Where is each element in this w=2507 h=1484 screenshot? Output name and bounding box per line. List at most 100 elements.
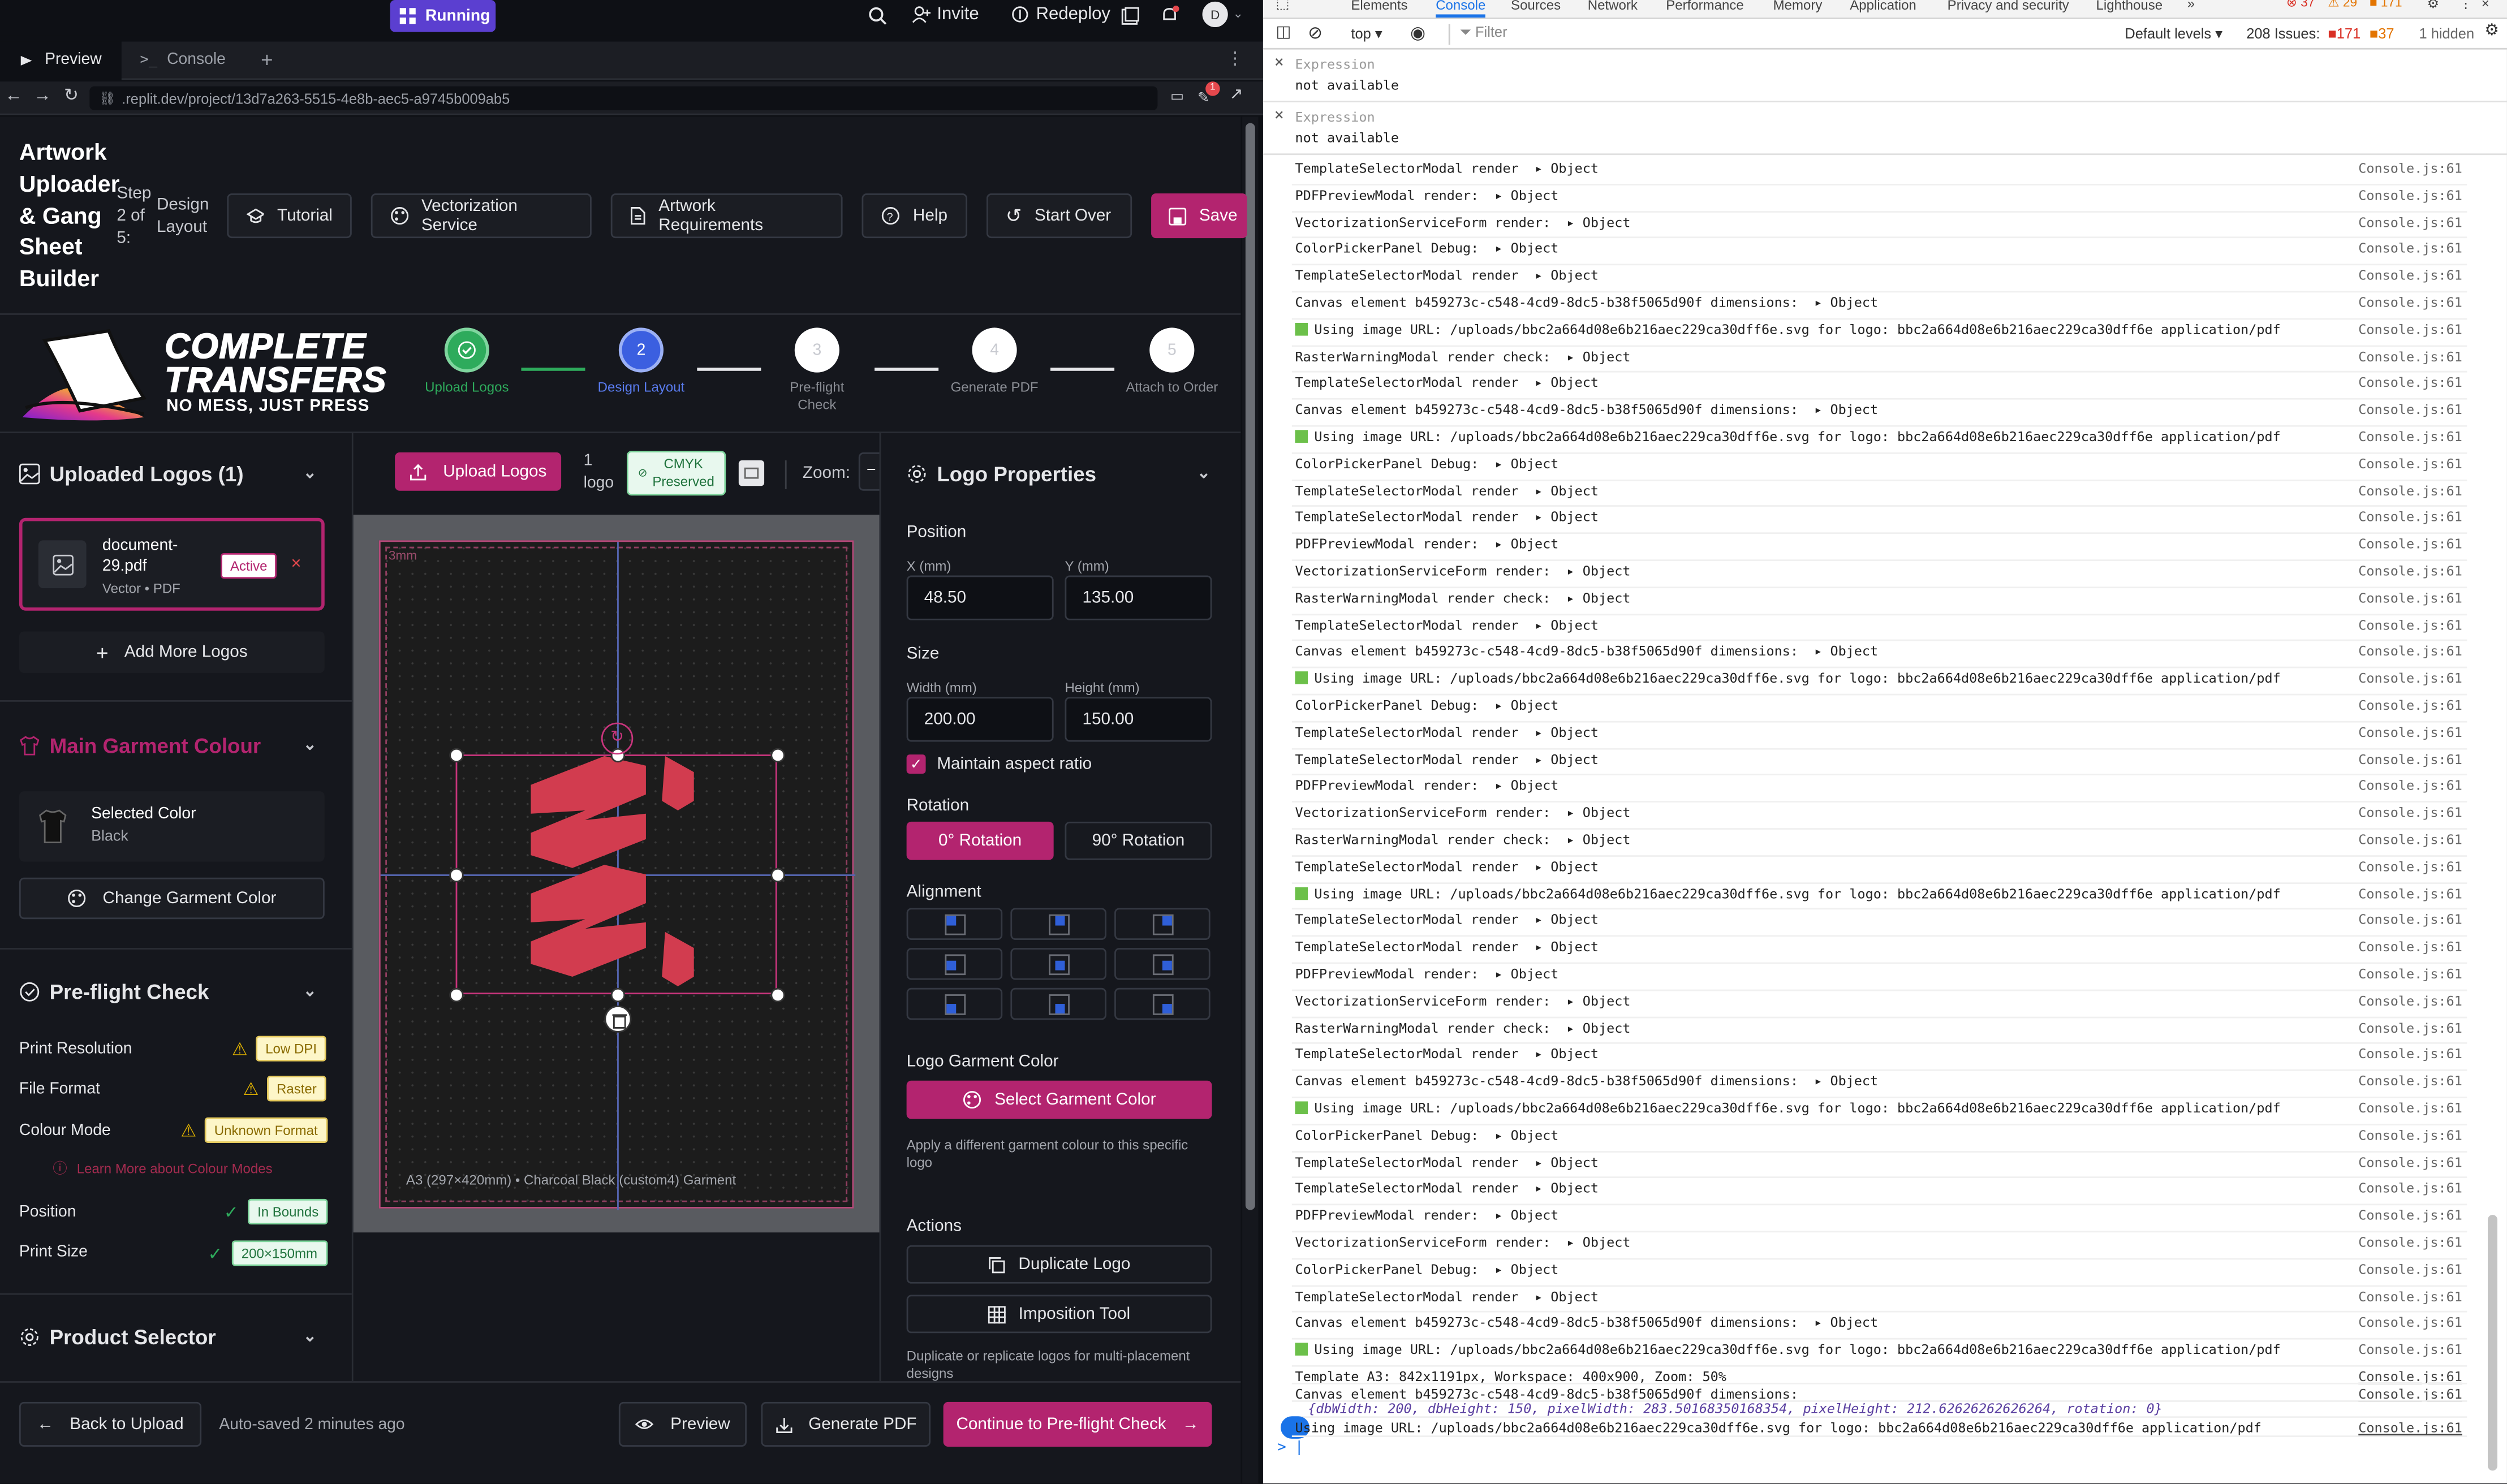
add-more-logos-button[interactable]: + Add More Logos — [19, 631, 325, 673]
console-log-row[interactable]: TemplateSelectorModal render ▸ Object Con… — [1263, 507, 2507, 534]
learn-more-colour-modes-link[interactable]: ⓘ Learn More about Colour Modes — [53, 1157, 272, 1178]
console-log-row[interactable]: {dbWidth: 200, dbHeight: 150, pixelWidth… — [1263, 1401, 2507, 1419]
object-expander[interactable]: ▸ Object — [1479, 778, 1558, 793]
warning-count-badge[interactable]: ⚠ 29 — [2328, 0, 2357, 10]
y-input[interactable]: 135.00 — [1065, 575, 1212, 620]
console-log-row[interactable]: VectorizationServiceForm render: ▸ Objec… — [1263, 1232, 2507, 1259]
console-log-row[interactable]: PDFPreviewModal render: ▸ Object Console.… — [1263, 1206, 2507, 1233]
console-log-row[interactable]: Using image URL: /uploads/bbc2a664d08e6b… — [1263, 1340, 2507, 1367]
object-expander[interactable]: ▸ Object — [1550, 348, 1631, 364]
imposition-tool-button[interactable]: Imposition Tool — [906, 1295, 1212, 1334]
console-source-link[interactable]: Console.js:61 — [2358, 1180, 2462, 1196]
settings-gear-icon[interactable]: ⚙ — [2484, 23, 2499, 40]
rotation-90-button[interactable]: 90° Rotation — [1065, 821, 1212, 860]
window-icon[interactable] — [1121, 6, 1140, 25]
expression-label[interactable]: Expression — [1295, 109, 1375, 124]
console-log-row[interactable]: ColorPickerPanel Debug: ▸ Object Console.… — [1263, 1259, 2507, 1287]
align-top-right-button[interactable] — [1114, 908, 1211, 940]
console-source-link[interactable]: Console.js:61 — [2358, 160, 2462, 176]
console-log-row[interactable]: TemplateSelectorModal render ▸ Object Con… — [1263, 749, 2507, 776]
object-expander[interactable]: ▸ Object — [1550, 563, 1631, 579]
chevron-down-icon[interactable]: ⌄ — [1233, 6, 1243, 20]
console-source-link[interactable]: Console.js:61 — [2358, 187, 2462, 202]
product-selector-header[interactable]: Product Selector ⌄ — [19, 1325, 339, 1349]
more-icon[interactable]: ⋮ — [1226, 48, 1244, 69]
object-expander[interactable]: ▸ Object — [1519, 912, 1599, 928]
artwork-requirements-button[interactable]: Artwork Requirements — [610, 193, 843, 239]
console-log-row[interactable]: TemplateSelectorModal render ▸ Object Con… — [1263, 910, 2507, 937]
garment-colour-header[interactable]: Main Garment Colour ⌄ — [19, 734, 339, 758]
console-source-link[interactable]: Console.js:61 — [2358, 724, 2462, 740]
console-source-link[interactable]: Console.js:61 — [2358, 858, 2462, 874]
resize-handle[interactable] — [449, 987, 464, 1003]
trash-icon[interactable] — [604, 1005, 632, 1033]
console-log-row[interactable]: TemplateSelectorModal render ▸ Object Con… — [1263, 266, 2507, 293]
forward-arrow-icon[interactable]: → — [33, 87, 51, 106]
object-expander[interactable]: ▸ Object — [1519, 482, 1599, 498]
object-expander[interactable]: ▸ Object — [1550, 1234, 1631, 1250]
resize-handle[interactable] — [610, 987, 626, 1003]
object-expander[interactable]: ▸ Object — [1550, 214, 1631, 230]
console-log-row[interactable]: TemplateSelectorModal render ▸ Object Con… — [1263, 937, 2507, 964]
console-log-row[interactable]: TemplateSelectorModal render ▸ Object Con… — [1263, 615, 2507, 642]
object-expander[interactable]: ▸ Object — [1550, 993, 1631, 1008]
resize-handle[interactable] — [770, 748, 785, 763]
preflight-header[interactable]: Pre-flight Check ⌄ — [19, 980, 339, 1004]
console-source-link[interactable]: Console.js:61 — [2358, 240, 2462, 256]
console-log-row[interactable]: PDFPreviewModal render: ▸ Object Console.… — [1263, 964, 2507, 991]
align-top-center-button[interactable] — [1010, 908, 1106, 940]
bell-icon[interactable] — [1159, 5, 1180, 25]
align-bottom-center-button[interactable] — [1010, 987, 1106, 1020]
console-log-row[interactable]: Canvas element b459273c-c548-4cd9-8dc5-b… — [1263, 400, 2507, 427]
console-source-link[interactable]: Console.js:61 — [2358, 1154, 2462, 1170]
console-log-row[interactable]: ColorPickerPanel Debug: ▸ Object Console.… — [1263, 454, 2507, 481]
console-log-row[interactable]: Canvas element b459273c-c548-4cd9-8dc5-b… — [1263, 1384, 2507, 1403]
console-source-link[interactable]: Console.js:61 — [2358, 1386, 2462, 1402]
console-log-row[interactable]: Canvas element b459273c-c548-4cd9-8dc5-b… — [1263, 292, 2507, 320]
object-expander[interactable]: ▸ Object — [1519, 1154, 1599, 1170]
object-expander[interactable]: ▸ Object — [1479, 1207, 1558, 1223]
console-source-link[interactable]: Console.js:61 — [2358, 1314, 2462, 1330]
console-source-link[interactable]: Console.js:61 — [2358, 375, 2462, 391]
console-log-row[interactable]: Canvas element b459273c-c548-4cd9-8dc5-b… — [1263, 1313, 2507, 1340]
issues-count-badge[interactable]: ■ 171 — [2370, 0, 2402, 10]
inspect-icon[interactable]: ⬚ — [1276, 0, 1290, 13]
console-log-row[interactable]: Canvas element b459273c-c548-4cd9-8dc5-b… — [1263, 642, 2507, 669]
console-filter-input[interactable]: ⏷ Filter — [1448, 24, 1768, 45]
issues-error-count[interactable]: ■171 — [2328, 25, 2360, 41]
save-button[interactable]: Save — [1151, 193, 1247, 239]
object-expander[interactable]: ▸ Object — [1798, 1314, 1878, 1330]
object-expander[interactable]: ▸ Object — [1479, 536, 1558, 551]
object-expander[interactable]: ▸ Object — [1550, 804, 1631, 820]
object-expander[interactable]: ▸ Object — [1798, 402, 1878, 417]
console-source-link[interactable]: Console.js:61 — [2358, 831, 2462, 847]
console-source-link[interactable]: Console.js:61 — [2358, 616, 2462, 632]
console-log-row[interactable]: RasterWarningModal render check: ▸ Objec… — [1263, 588, 2507, 615]
object-expander[interactable]: ▸ Object — [1519, 616, 1599, 632]
context-select[interactable]: top ▾ — [1351, 25, 1382, 43]
console-prompt[interactable]: > | — [1277, 1440, 1303, 1456]
redeploy-button[interactable]: Redeploy — [1010, 5, 1110, 24]
console-log-row[interactable]: Using image URL: /uploads/bbc2a664d08e6b… — [1263, 1417, 2507, 1439]
height-input[interactable]: 150.00 — [1065, 697, 1212, 742]
remove-x-icon[interactable]: × — [291, 555, 301, 574]
console-source-link[interactable]: Console.js:61 — [2358, 1234, 2462, 1250]
rotate-handle-icon[interactable]: ↻ — [601, 722, 634, 755]
object-expander[interactable]: ▸ Object — [1479, 965, 1558, 981]
console-log-row[interactable]: TemplateSelectorModal render ▸ Object Con… — [1263, 856, 2507, 883]
devtools-tab-sources[interactable]: Sources — [1511, 0, 1561, 13]
change-garment-color-button[interactable]: Change Garment Color — [19, 877, 325, 920]
upload-logos-button[interactable]: Upload Logos — [395, 452, 562, 491]
rotation-0-button[interactable]: 0° Rotation — [906, 821, 1054, 860]
console-log-row[interactable]: Using image URL: /uploads/bbc2a664d08e6b… — [1263, 668, 2507, 696]
object-expander[interactable]: ▸ Object — [1519, 509, 1599, 525]
console-log-row[interactable]: TemplateSelectorModal render ▸ Object Con… — [1263, 373, 2507, 400]
console-log-row[interactable]: TemplateSelectorModal render ▸ Object Con… — [1263, 1286, 2507, 1313]
vectorization-button[interactable]: Vectorization Service — [371, 193, 592, 239]
console-source-link[interactable]: Console.js:61 — [2358, 643, 2462, 659]
object-expander[interactable]: ▸ Object — [1519, 724, 1599, 740]
console-log-row[interactable]: ColorPickerPanel Debug: ▸ Object Console.… — [1263, 239, 2507, 266]
console-source-link[interactable]: Console.js:61 — [2358, 563, 2462, 579]
console-source-link[interactable]: Console.js:61 — [2358, 804, 2462, 820]
console-log-row[interactable]: RasterWarningModal render check: ▸ Objec… — [1263, 830, 2507, 857]
